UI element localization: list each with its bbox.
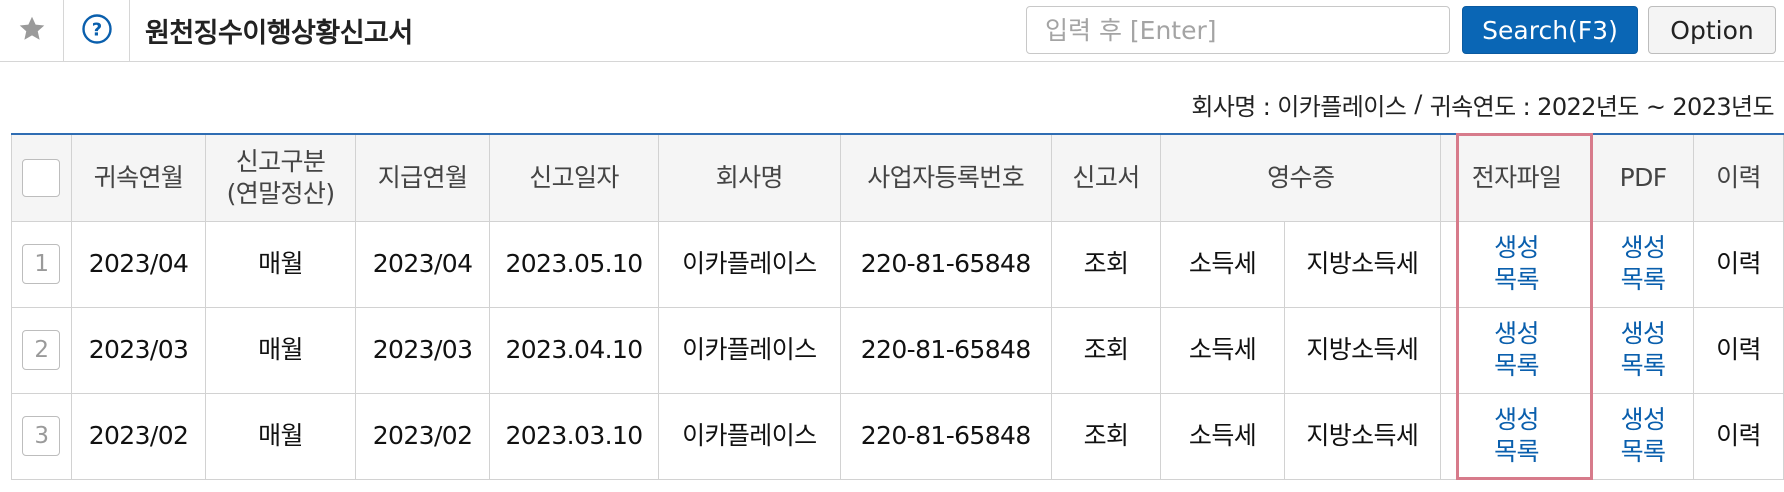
- search-button[interactable]: Search(F3): [1462, 6, 1638, 54]
- company-cell: 이카플레이스: [657, 392, 841, 480]
- year-range-label: 귀속연도 : 2022년도 ~ 2023년도: [1429, 92, 1775, 121]
- e-file-create-link[interactable]: 생성: [1494, 233, 1539, 262]
- report-type-cell: 매월: [205, 306, 356, 394]
- e-file-list-link[interactable]: 목록: [1494, 351, 1539, 380]
- income-tax-receipt-link[interactable]: 소득세: [1160, 392, 1285, 480]
- col-report-type[interactable]: 신고구분 (연말정산): [205, 133, 356, 222]
- col-e-file: 전자파일: [1440, 133, 1594, 222]
- table-header-row: 귀속연월 신고구분 (연말정산) 지급연월 신고일자 회사명 사업자등록번호 신고…: [11, 133, 1784, 222]
- row-number[interactable]: 3: [22, 416, 61, 456]
- question-mark-icon: ?: [81, 13, 113, 49]
- pdf-list-link[interactable]: 목록: [1621, 265, 1666, 294]
- col-history: 이력: [1693, 133, 1784, 222]
- col-payment-month[interactable]: 지급연월: [354, 133, 491, 222]
- company-label: 회사명 : 이카플레이스: [1191, 92, 1407, 121]
- e-file-list-link[interactable]: 목록: [1494, 437, 1539, 466]
- col-report-date[interactable]: 신고일자: [489, 133, 659, 222]
- row-number-cell: 3: [11, 392, 72, 480]
- table-row[interactable]: 2 2023/03 매월 2023/03 2023.04.10 이카플레이스 2…: [11, 306, 1784, 394]
- select-all-header: [11, 133, 72, 222]
- table-row[interactable]: 1 2023/04 매월 2023/04 2023.05.10 이카플레이스 2…: [11, 220, 1784, 308]
- report-date-cell: 2023.05.10: [489, 220, 659, 308]
- info-separator: /: [1414, 90, 1422, 118]
- table-row[interactable]: 3 2023/02 매월 2023/02 2023.03.10 이카플레이스 2…: [11, 392, 1784, 480]
- col-report: 신고서: [1050, 133, 1162, 222]
- history-link[interactable]: 이력: [1693, 306, 1784, 394]
- report-date-cell: 2023.04.10: [489, 306, 659, 394]
- pdf-list-link[interactable]: 목록: [1621, 351, 1666, 380]
- attribution-month-link[interactable]: 2023/04: [70, 220, 207, 308]
- payment-month-cell: 2023/03: [354, 306, 491, 394]
- select-all-checkbox[interactable]: [22, 158, 61, 197]
- col-biz-no[interactable]: 사업자등록번호: [839, 133, 1052, 222]
- col-pdf: PDF: [1592, 133, 1695, 222]
- option-button[interactable]: Option: [1648, 6, 1776, 54]
- local-income-tax-receipt-link[interactable]: 지방소득세: [1283, 306, 1442, 394]
- attribution-month-link[interactable]: 2023/02: [70, 392, 207, 480]
- pdf-create-link[interactable]: 생성: [1621, 233, 1666, 262]
- row-number[interactable]: 2: [22, 330, 61, 370]
- col-receipt: 영수증: [1160, 133, 1442, 222]
- pdf-create-link[interactable]: 생성: [1621, 405, 1666, 434]
- row-number-cell: 1: [11, 220, 72, 308]
- col-report-type-line1: 신고구분: [235, 146, 326, 176]
- e-file-cell: 생성목록: [1440, 392, 1594, 480]
- report-type-cell: 매월: [205, 220, 356, 308]
- svg-text:?: ?: [91, 19, 101, 40]
- e-file-create-link[interactable]: 생성: [1494, 319, 1539, 348]
- pdf-list-link[interactable]: 목록: [1621, 437, 1666, 466]
- payment-month-cell: 2023/04: [354, 220, 491, 308]
- page-header: ? 원천징수이행상황신고서 Search(F3) Option: [0, 0, 1784, 62]
- attribution-month-link[interactable]: 2023/03: [70, 306, 207, 394]
- biz-no-cell: 220-81-65848: [839, 306, 1052, 394]
- pdf-cell: 생성목록: [1592, 220, 1695, 308]
- pdf-create-link[interactable]: 생성: [1621, 319, 1666, 348]
- income-tax-receipt-link[interactable]: 소득세: [1160, 306, 1285, 394]
- pdf-cell: 생성목록: [1592, 306, 1695, 394]
- payment-month-cell: 2023/02: [354, 392, 491, 480]
- e-file-cell: 생성목록: [1440, 220, 1594, 308]
- e-file-create-link[interactable]: 생성: [1494, 405, 1539, 434]
- report-view-link[interactable]: 조회: [1050, 220, 1162, 308]
- pdf-cell: 생성목록: [1592, 392, 1695, 480]
- star-icon: [17, 14, 47, 48]
- page-title: 원천징수이행상황신고서: [145, 18, 413, 49]
- search-input[interactable]: [1026, 6, 1450, 54]
- favorite-star-button[interactable]: [0, 0, 64, 61]
- filter-summary: 회사명 : 이카플레이스 / 귀속연도 : 2022년도 ~ 2023년도: [1191, 86, 1774, 122]
- col-attribution-month[interactable]: 귀속연월: [70, 133, 207, 222]
- income-tax-receipt-link[interactable]: 소득세: [1160, 220, 1285, 308]
- e-file-cell: 생성목록: [1440, 306, 1594, 394]
- row-number[interactable]: 1: [22, 244, 61, 284]
- row-number-cell: 2: [11, 306, 72, 394]
- company-cell: 이카플레이스: [657, 306, 841, 394]
- history-link[interactable]: 이력: [1693, 392, 1784, 480]
- local-income-tax-receipt-link[interactable]: 지방소득세: [1283, 392, 1442, 480]
- local-income-tax-receipt-link[interactable]: 지방소득세: [1283, 220, 1442, 308]
- col-company[interactable]: 회사명: [657, 133, 841, 222]
- biz-no-cell: 220-81-65848: [839, 392, 1052, 480]
- report-type-cell: 매월: [205, 392, 356, 480]
- report-date-cell: 2023.03.10: [489, 392, 659, 480]
- history-link[interactable]: 이력: [1693, 220, 1784, 308]
- biz-no-cell: 220-81-65848: [839, 220, 1052, 308]
- report-view-link[interactable]: 조회: [1050, 306, 1162, 394]
- col-report-type-line2: (연말정산): [226, 178, 336, 208]
- report-view-link[interactable]: 조회: [1050, 392, 1162, 480]
- e-file-list-link[interactable]: 목록: [1494, 265, 1539, 294]
- report-table: 귀속연월 신고구분 (연말정산) 지급연월 신고일자 회사명 사업자등록번호 신고…: [11, 133, 1784, 480]
- help-button[interactable]: ?: [64, 0, 130, 61]
- company-cell: 이카플레이스: [657, 220, 841, 308]
